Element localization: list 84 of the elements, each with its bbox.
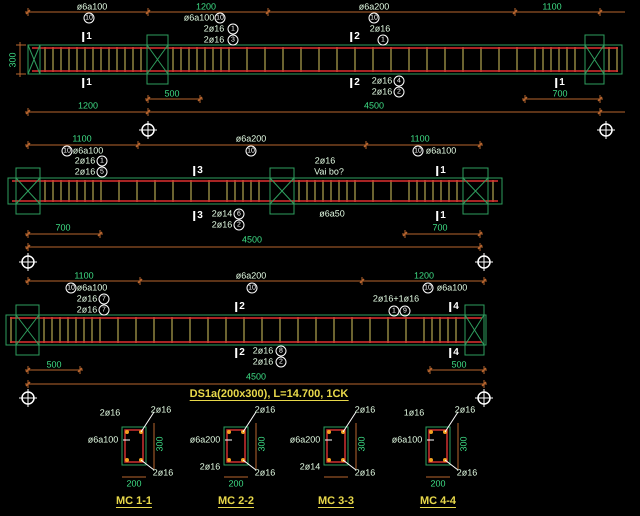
rebar-note: 1ø16 (404, 408, 424, 418)
section-title: MC 3-3 (318, 496, 354, 508)
dimension-text: 300 (358, 436, 366, 452)
dimension-text: 300 (258, 436, 266, 452)
rebar-note: ø6a100 (72, 146, 104, 156)
rebar-note: 2ø16 (74, 156, 96, 166)
rebar-note: 2ø16 (76, 294, 98, 304)
dimension-text: 700 (55, 224, 71, 232)
rebar-note: 2ø16 (354, 406, 376, 414)
rebar-note: 2ø16 (252, 346, 274, 356)
section-cut-label: 2 (235, 348, 245, 358)
rebar-note: ø6a200 (236, 272, 266, 280)
section-cut-label: 1 (555, 78, 565, 88)
rebar-note: 2ø16 (76, 306, 98, 314)
section-cut-label: 2 (235, 302, 245, 312)
section-cut-label: 4 (449, 348, 459, 358)
dimension-text: 1100 (74, 272, 94, 280)
rebar-note: ø6a100 (184, 14, 214, 22)
dimension-text: 300 (460, 436, 468, 452)
dimension-text: 500 (46, 360, 62, 370)
rebar-note: ø6a200 (236, 134, 266, 144)
dimension-text: 1100 (410, 134, 430, 144)
rebar-note: ø6a200 (190, 436, 220, 444)
dimension-text: 4500 (364, 102, 384, 110)
rebar-note: ø6a100 (76, 284, 108, 292)
rebar-note: 2ø16 (212, 220, 232, 230)
dimension-text: 1100 (542, 2, 562, 12)
rebar-note: 2ø16 (204, 24, 224, 34)
rebar-note: 2ø16 (314, 156, 336, 166)
dimension-text: 700 (432, 224, 448, 232)
rebar-note: 2ø16 (454, 406, 476, 414)
rebar-note: 2ø16 (252, 358, 274, 366)
dimension-text: 1200 (196, 2, 216, 12)
dimension-text: 500 (451, 360, 467, 370)
section-title: MC 4-4 (420, 496, 456, 508)
section-cut-label: 1 (436, 211, 446, 221)
rebar-note: 2ø16 (254, 406, 276, 414)
dimension-text: 1200 (78, 102, 98, 110)
rebar-note: 2ø16 (200, 462, 220, 472)
dimension-text: 300 (8, 52, 18, 68)
dimension-text: 500 (164, 90, 180, 98)
section-cut-label: 1 (436, 166, 446, 176)
dimension-text: 300 (156, 436, 164, 452)
dimension-text: 200 (126, 480, 142, 488)
dimension-text: 4500 (242, 236, 262, 244)
rebar-note: ø6a100 (76, 2, 108, 12)
rebar-note: 2ø16 (456, 468, 478, 478)
rebar-note: ø6a100 (392, 436, 422, 444)
rebar-note: 2ø16+1ø16 (372, 294, 420, 304)
rebar-note: 2ø16 (372, 76, 392, 86)
section-title: MC 1-1 (116, 496, 152, 508)
dimension-text: 4500 (246, 372, 266, 382)
rebar-note: 2ø16 (370, 24, 390, 34)
rebar-note: 2ø16 (152, 468, 174, 478)
rebar-note: 2ø16 (74, 168, 96, 176)
rebar-note: 2ø16 (354, 468, 376, 478)
section-cut-label: 2 (350, 32, 360, 42)
dimension-text: 200 (228, 480, 244, 488)
rebar-note: ø6a200 (290, 436, 320, 444)
rebar-note: 2ø14 (300, 462, 320, 472)
rebar-note: 2ø16 (150, 406, 172, 414)
dimension-text: 700 (552, 90, 568, 98)
rebar-note: ø6a100 (426, 146, 456, 156)
section-cut-label: 3 (193, 211, 203, 221)
section-cut-label: 1 (82, 32, 92, 42)
drawing-title: DS1a(200x300), L=14.700, 1CK (190, 389, 348, 401)
rebar-note: ø6a100 (436, 284, 468, 292)
dimension-text: 1200 (414, 272, 434, 280)
rebar-note: 2ø16 (372, 88, 392, 96)
section-title: MC 2-2 (218, 496, 254, 508)
rebar-note: ø6a100 (88, 436, 118, 444)
dimension-text: 200 (430, 480, 446, 488)
dimension-text: 1100 (72, 134, 92, 144)
section-cut-label: 4 (449, 302, 459, 312)
rebar-note: 2ø14 (212, 210, 232, 218)
section-cut-label: 1 (82, 78, 92, 88)
rebar-note: Vai bo? (314, 168, 344, 176)
rebar-note: ø6a200 (358, 2, 390, 12)
rebar-note: 2ø16 (100, 408, 120, 418)
rebar-note: 2ø16 (254, 468, 276, 478)
rebar-note: 2ø16 (204, 36, 224, 44)
section-cut-label: 3 (193, 166, 203, 176)
rebar-note: ø6a50 (319, 210, 345, 218)
section-cut-label: 2 (350, 78, 360, 88)
